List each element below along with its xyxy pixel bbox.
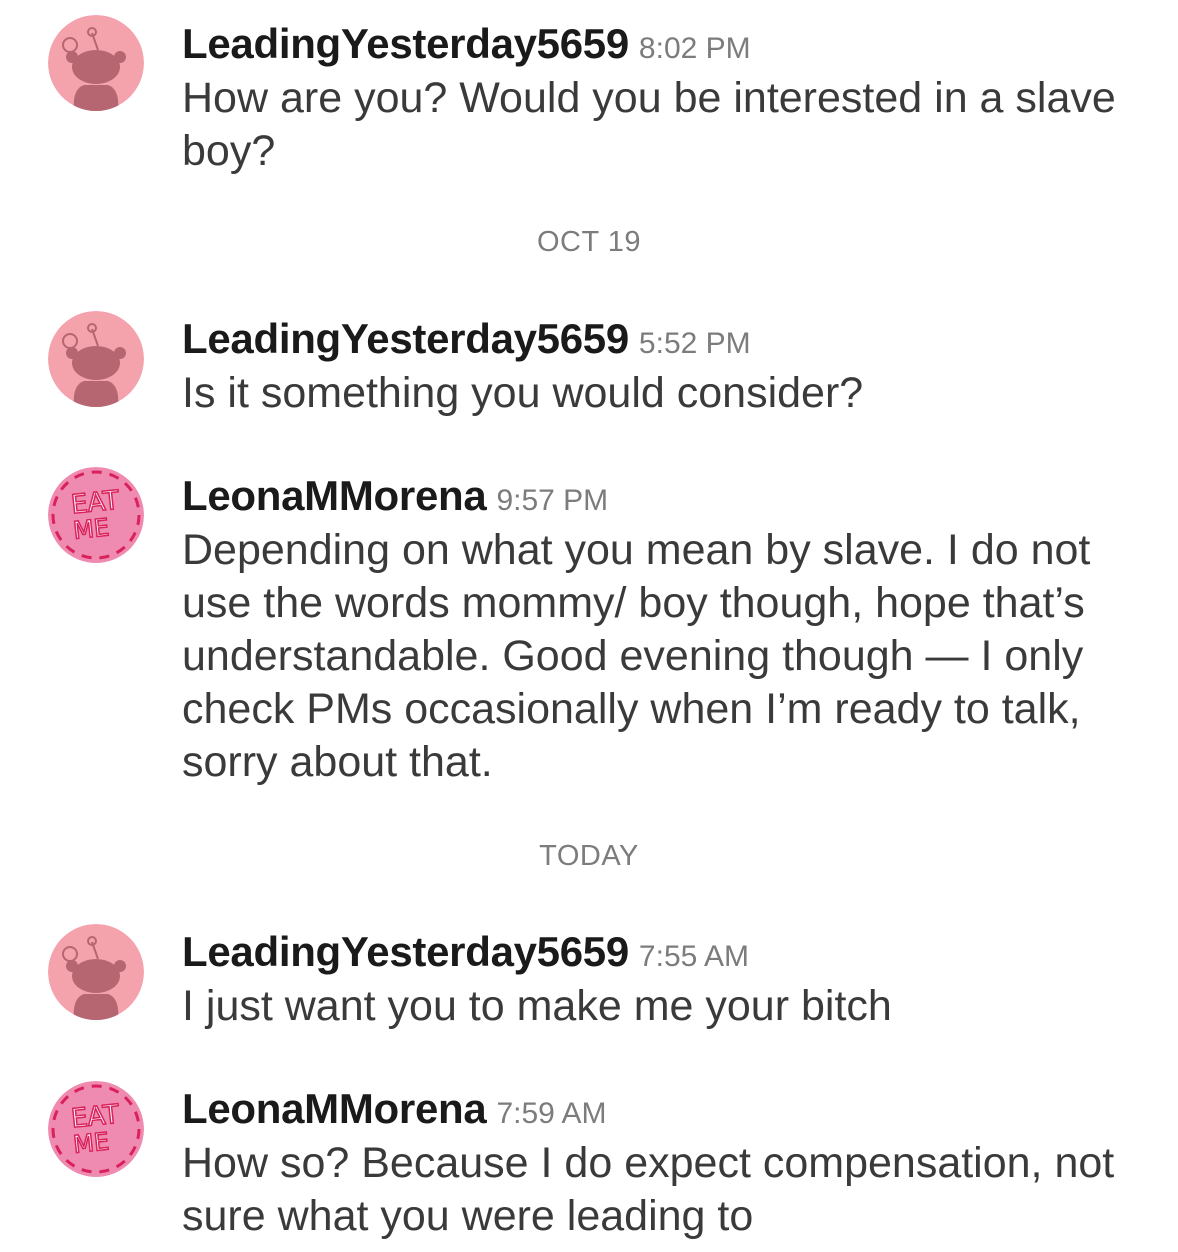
message-text: Is it something you would consider? xyxy=(182,369,864,417)
message-header: LeadingYesterday5659 5:52 PM xyxy=(182,315,751,363)
date-divider: OCT 19 xyxy=(536,226,641,258)
username-link[interactable]: LeadingYesterday5659 xyxy=(182,20,629,67)
message-time: 7:59 AM xyxy=(496,1097,607,1130)
eat-me-avatar-icon[interactable]: EAT ME xyxy=(48,467,144,563)
message-time: 7:55 AM xyxy=(638,940,749,973)
message-time: 5:52 PM xyxy=(638,327,751,360)
message-text: How are you? Would you be interested in … xyxy=(182,74,1116,175)
username-link[interactable]: LeadingYesterday5659 xyxy=(182,928,629,975)
username-link[interactable]: LeonaMMorena xyxy=(182,1085,487,1132)
message-text: How so? Because I do expect compensation… xyxy=(182,1139,1115,1240)
message-header: LeadingYesterday5659 7:55 AM xyxy=(182,928,749,976)
message-text: I just want you to make me your bitch xyxy=(182,982,892,1030)
username-link[interactable]: LeonaMMorena xyxy=(182,472,487,519)
message-time: 8:02 PM xyxy=(638,32,751,65)
snoo-avatar-icon[interactable] xyxy=(48,924,144,1020)
message-text: Depending on what you mean by slave. I d… xyxy=(182,526,1091,786)
username-link[interactable]: LeadingYesterday5659 xyxy=(182,315,629,362)
eat-me-avatar-icon[interactable]: EAT ME xyxy=(48,1081,144,1177)
snoo-avatar-icon[interactable] xyxy=(48,15,144,111)
message-header: LeonaMMorena 9:57 PM xyxy=(182,472,608,520)
date-divider: TODAY xyxy=(539,840,639,872)
snoo-avatar-icon[interactable] xyxy=(48,311,144,407)
message-time: 9:57 PM xyxy=(496,484,609,517)
message-header: LeadingYesterday5659 8:02 PM xyxy=(182,20,751,68)
svg-text:ME: ME xyxy=(72,513,111,545)
message-header: LeonaMMorena 7:59 AM xyxy=(182,1085,607,1133)
svg-text:ME: ME xyxy=(72,1127,111,1159)
